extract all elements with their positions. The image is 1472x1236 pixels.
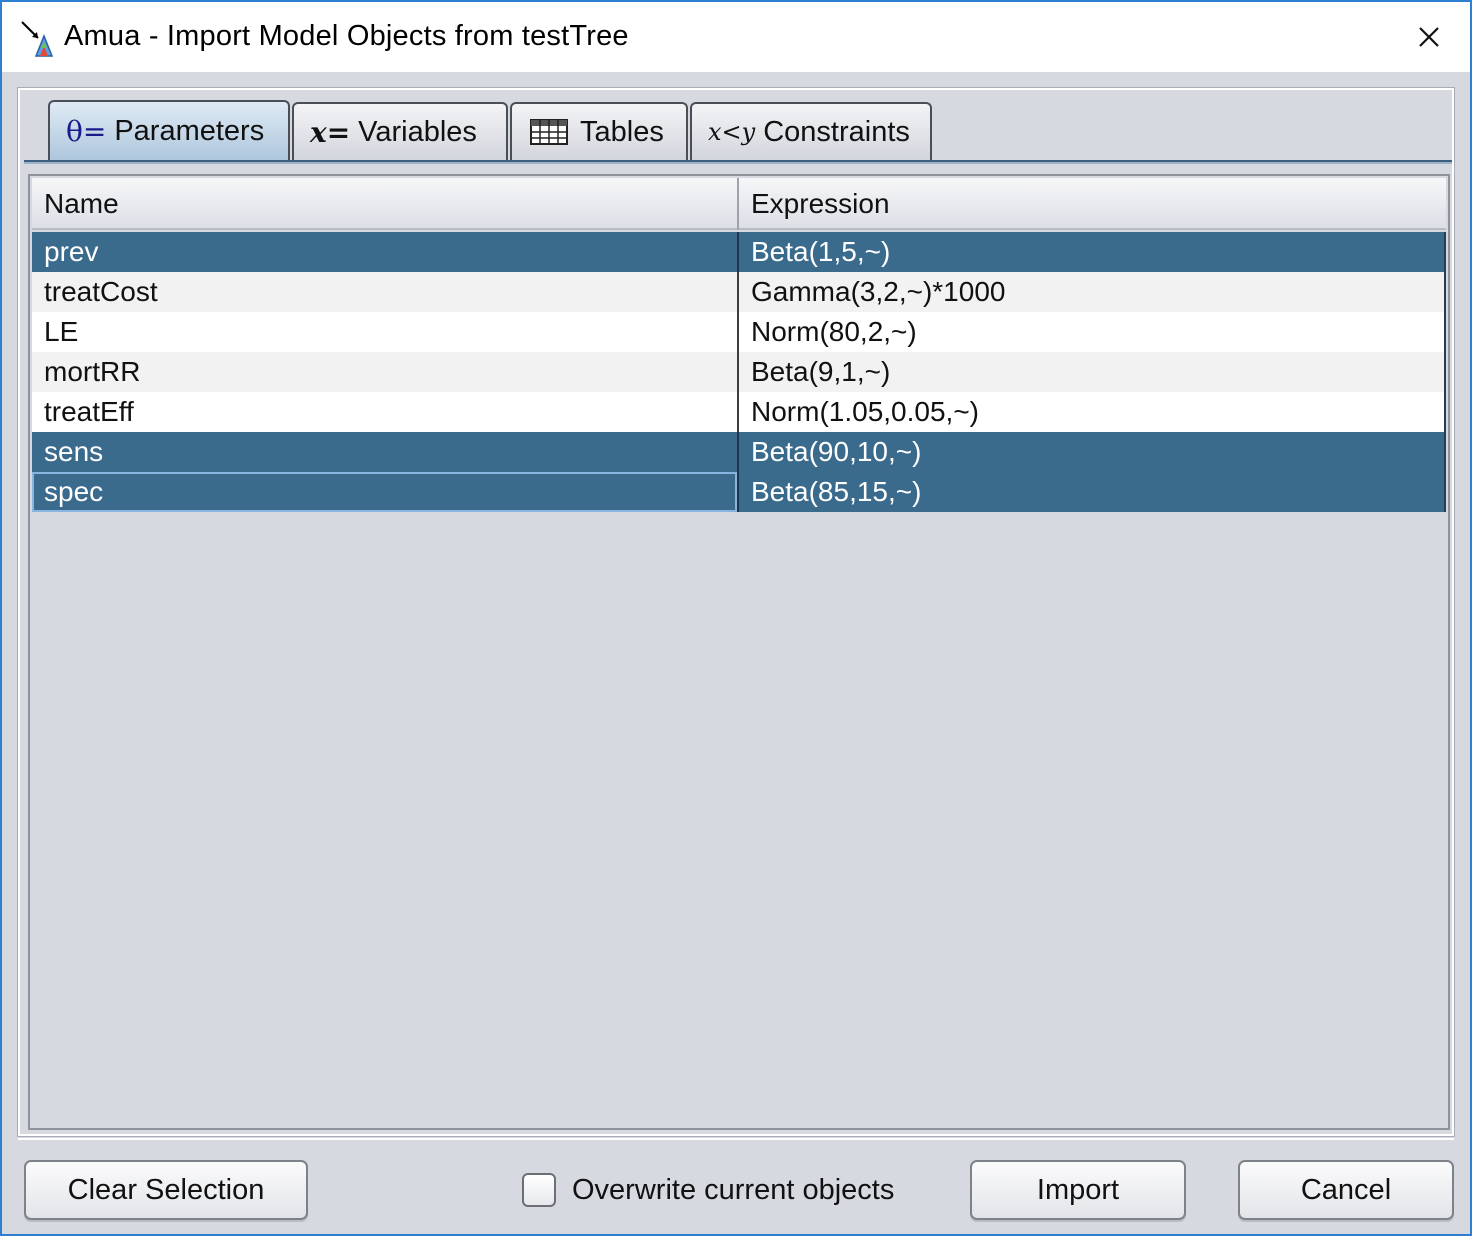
row-right-border <box>1444 432 1446 472</box>
overwrite-checkbox[interactable] <box>522 1173 556 1207</box>
x-equals-icon: x= <box>310 115 351 149</box>
tab-tables[interactable]: Tables <box>510 102 688 160</box>
row-right-border <box>1444 272 1446 312</box>
column-header-name[interactable]: Name <box>32 178 737 230</box>
table-row[interactable]: prev Beta(1,5,~) <box>32 232 1446 272</box>
tab-parameters[interactable]: θ= Parameters <box>48 100 290 160</box>
overwrite-label: Overwrite current objects <box>572 1173 895 1206</box>
tab-label: Tables <box>580 115 664 148</box>
import-button[interactable]: Import <box>970 1160 1186 1220</box>
table-row[interactable]: treatCost Gamma(3,2,~)*1000 <box>32 272 1446 312</box>
amua-app-icon <box>20 20 60 60</box>
tab-constraints[interactable]: x<y Constraints <box>690 102 932 160</box>
row-right-border <box>1444 232 1446 272</box>
table-row[interactable]: mortRR Beta(9,1,~) <box>32 352 1446 392</box>
close-icon[interactable] <box>1417 25 1441 49</box>
row-right-border <box>1444 312 1446 352</box>
theta-equals-icon: θ= <box>66 114 107 148</box>
window-title: Amua - Import Model Objects from testTre… <box>64 20 629 52</box>
table-row[interactable]: LE Norm(80,2,~) <box>32 312 1446 352</box>
cell-expression[interactable]: Norm(80,2,~) <box>739 312 1444 352</box>
cell-name[interactable]: sens <box>32 432 737 472</box>
table-row[interactable]: sens Beta(90,10,~) <box>32 432 1446 472</box>
content-panel: θ= Parameters x= Variables Tables x<y Co… <box>17 87 1455 1137</box>
import-dialog-window: Amua - Import Model Objects from testTre… <box>0 0 1472 1236</box>
footer-divider <box>18 1138 1454 1140</box>
cell-name[interactable]: spec <box>32 472 737 512</box>
cell-name[interactable]: LE <box>32 312 737 352</box>
tab-label: Variables <box>358 115 477 148</box>
cell-name[interactable]: treatEff <box>32 392 737 432</box>
cancel-button[interactable]: Cancel <box>1238 1160 1454 1220</box>
cell-name[interactable]: treatCost <box>32 272 737 312</box>
tab-variables[interactable]: x= Variables <box>292 102 508 160</box>
cell-expression[interactable]: Norm(1.05,0.05,~) <box>739 392 1444 432</box>
table-row[interactable]: treatEff Norm(1.05,0.05,~) <box>32 392 1446 432</box>
cell-name[interactable]: prev <box>32 232 737 272</box>
cell-expression[interactable]: Beta(9,1,~) <box>739 352 1444 392</box>
parameters-table[interactable]: Name Expression prev Beta(1,5,~) treatCost… <box>28 174 1450 1130</box>
table-row[interactable]: spec Beta(85,15,~) <box>32 472 1446 512</box>
cell-expression[interactable]: Beta(1,5,~) <box>739 232 1444 272</box>
tab-divider-highlight <box>24 162 1452 164</box>
close-button[interactable] <box>1408 16 1450 58</box>
cell-expression[interactable]: Beta(90,10,~) <box>739 432 1444 472</box>
x-less-than-y-icon: x<y <box>708 118 756 146</box>
column-header-expression[interactable]: Expression <box>739 178 1446 230</box>
overwrite-checkbox-group[interactable]: Overwrite current objects <box>522 1170 894 1210</box>
table-grid-icon <box>530 119 568 145</box>
tab-label: Parameters <box>114 114 265 147</box>
row-right-border <box>1444 472 1446 512</box>
tab-label: Constraints <box>763 115 910 148</box>
cell-expression[interactable]: Beta(85,15,~) <box>739 472 1444 512</box>
clear-selection-button[interactable]: Clear Selection <box>24 1160 308 1220</box>
title-bar: Amua - Import Model Objects from testTre… <box>2 2 1470 72</box>
table-header: Name Expression <box>32 178 1446 230</box>
row-right-border <box>1444 352 1446 392</box>
cell-name[interactable]: mortRR <box>32 352 737 392</box>
row-right-border <box>1444 392 1446 432</box>
cell-expression[interactable]: Gamma(3,2,~)*1000 <box>739 272 1444 312</box>
